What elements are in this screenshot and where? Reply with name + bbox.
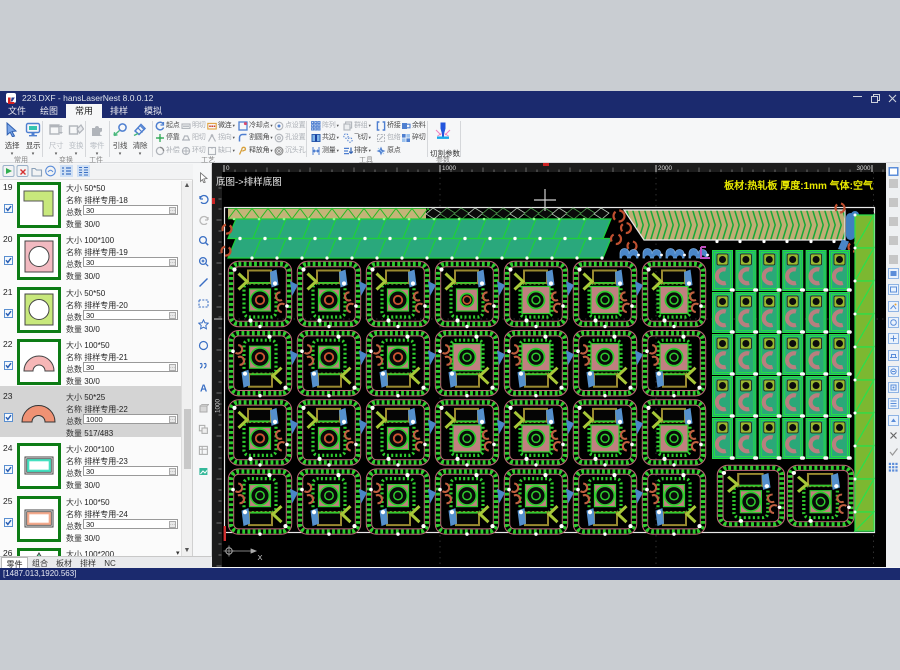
svg-text:1000: 1000 [442,165,457,172]
svg-text:2000: 2000 [658,165,673,172]
svg-text:X: X [258,553,263,562]
svg-text:0: 0 [226,165,230,172]
svg-text:底图->排样底图: 底图->排样底图 [216,176,282,188]
svg-text:A: A [200,384,207,394]
svg-text:1000: 1000 [215,398,222,413]
svg-text:板材:热轧板 厚度:1mm 气体:空气: 板材:热轧板 厚度:1mm 气体:空气 [724,179,873,192]
svg-text:3000: 3000 [857,165,872,172]
